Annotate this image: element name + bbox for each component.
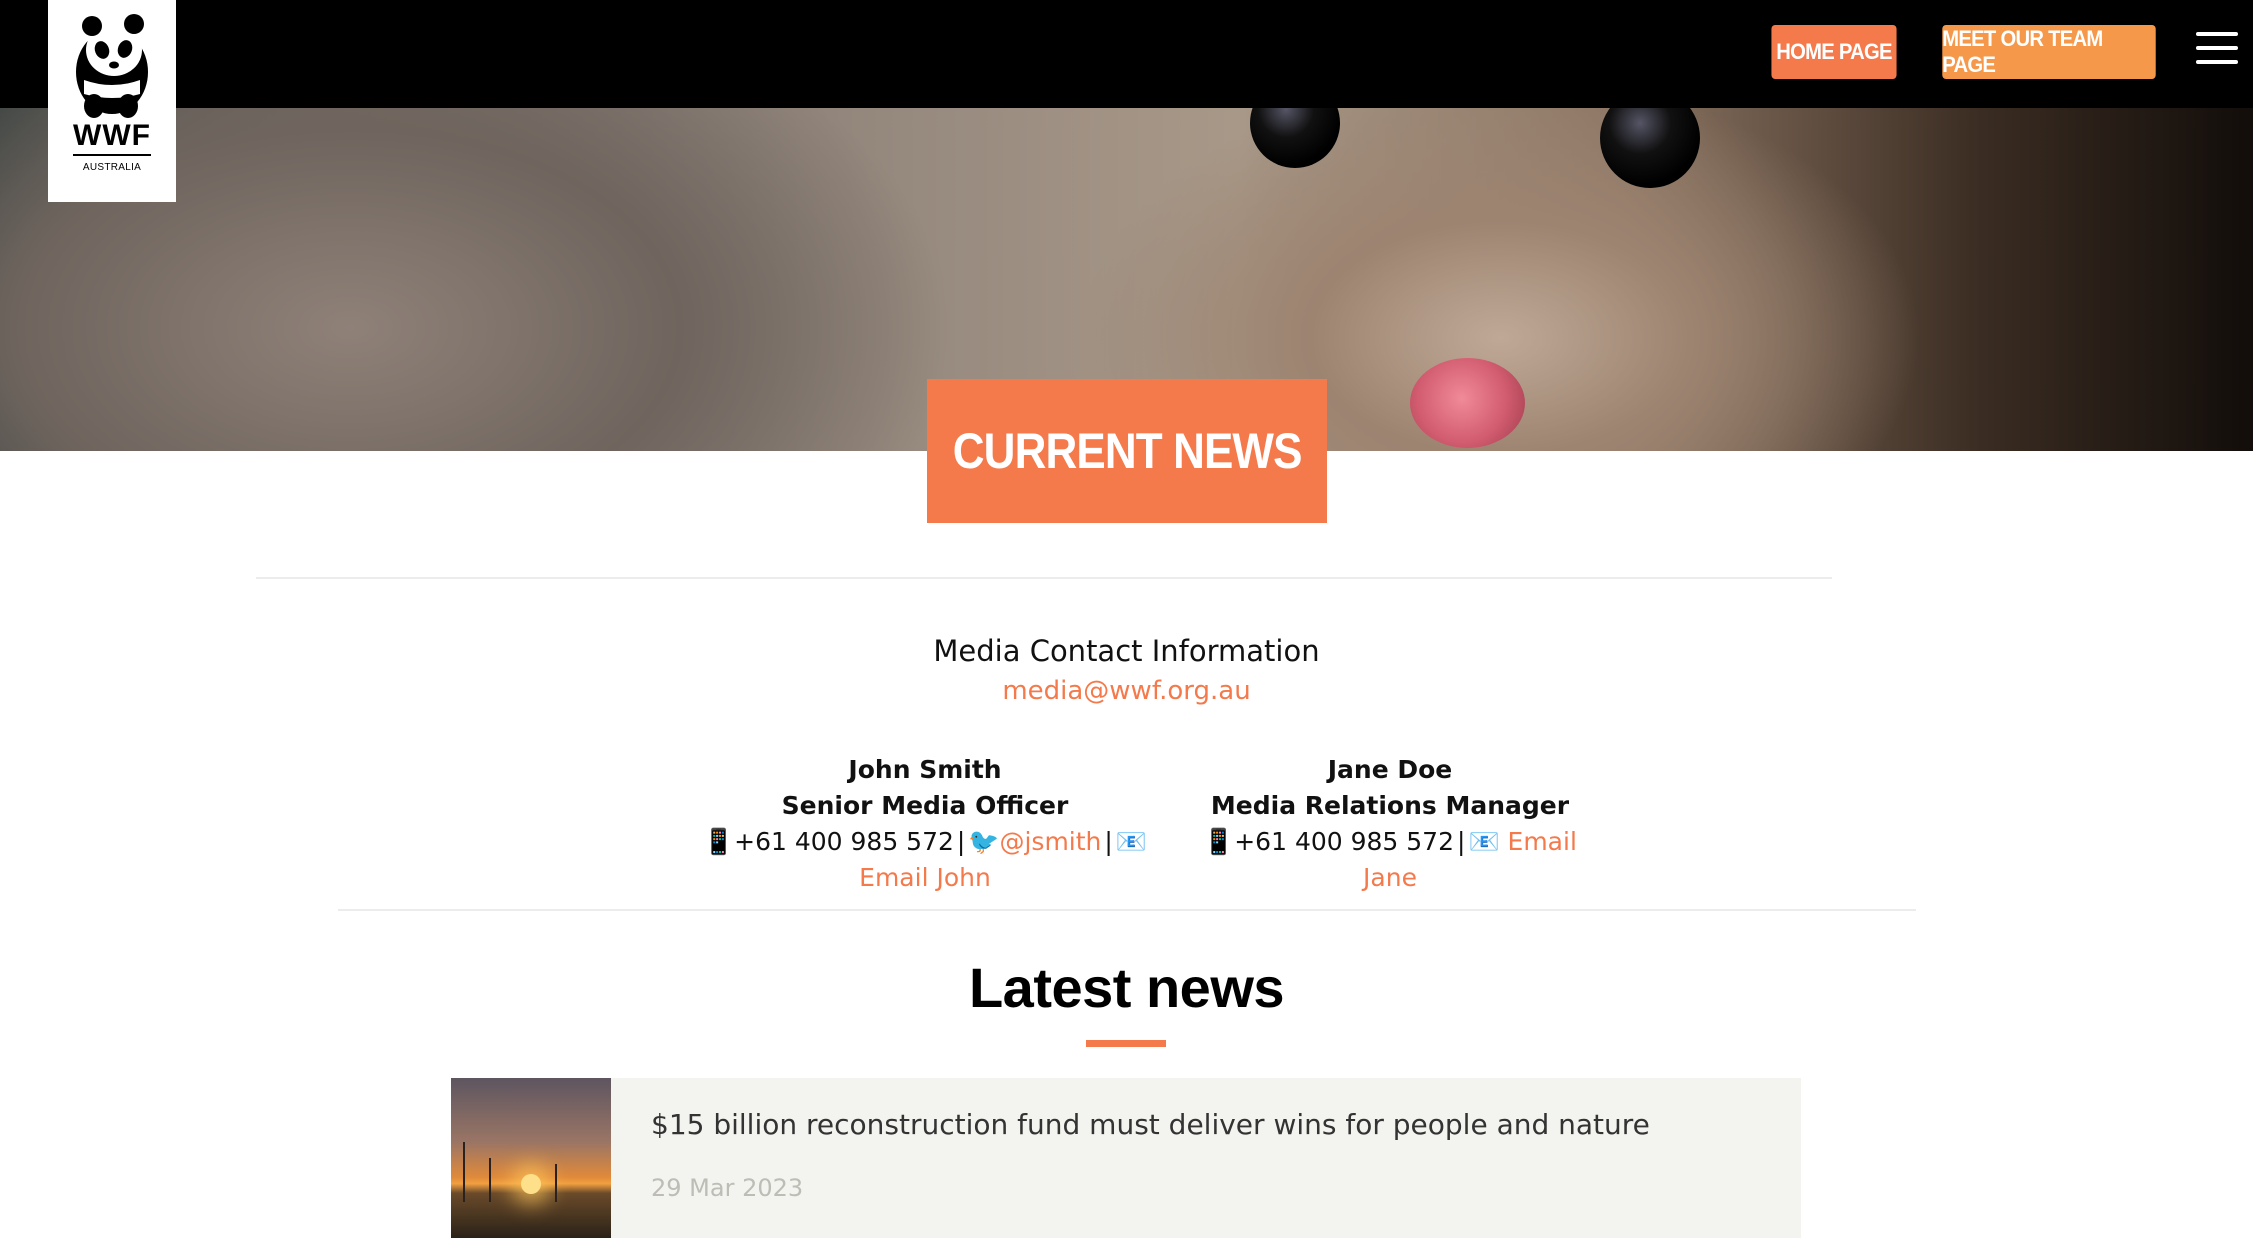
current-news-banner: CURRENT NEWS: [927, 379, 1327, 523]
latest-news-heading: Latest news: [968, 956, 1285, 1019]
meet-our-team-button[interactable]: MEET OUR TEAM PAGE: [1942, 25, 2156, 79]
heading-underline: [1086, 1040, 1166, 1047]
news-date: 29 Mar 2023: [651, 1174, 804, 1202]
divider: [256, 577, 1832, 579]
news-thumbnail[interactable]: [451, 1078, 611, 1238]
logo-wordmark: WWF: [73, 120, 151, 156]
contact-name: John Smith: [848, 755, 1002, 784]
contact-role: Senior Media Officer: [781, 791, 1069, 820]
contact-details: 📱+61 400 985 572 | 📧 Email Jane: [1200, 824, 1580, 896]
glider-nose: [1410, 358, 1525, 448]
email-john-link[interactable]: Email John: [859, 863, 991, 892]
glider-eye-right: [1600, 108, 1700, 188]
top-navigation-bar: HOME PAGE MEET OUR TEAM PAGE: [0, 0, 2253, 108]
divider: [338, 909, 1916, 911]
contact-name: Jane Doe: [1327, 755, 1453, 784]
twitter-bird-icon: 🐦: [968, 827, 1000, 856]
phone-icon: 📱: [1203, 827, 1235, 856]
contact-role: Media Relations Manager: [1210, 791, 1570, 820]
wind-turbine: [489, 1158, 491, 1202]
contact-phone: +61 400 985 572: [1234, 827, 1454, 856]
contact-phone: +61 400 985 572: [734, 827, 954, 856]
hamburger-menu-icon[interactable]: [2196, 32, 2238, 68]
news-item[interactable]: $15 billion reconstruction fund must del…: [451, 1078, 1801, 1238]
news-title[interactable]: $15 billion reconstruction fund must del…: [651, 1108, 1650, 1141]
wwf-logo[interactable]: WWF AUSTRALIA: [48, 0, 176, 202]
home-page-button[interactable]: HOME PAGE: [1771, 25, 1897, 79]
panda-icon: [76, 14, 148, 118]
glider-eye-left: [1250, 108, 1340, 168]
phone-icon: 📱: [703, 827, 735, 856]
wind-turbine: [555, 1164, 557, 1202]
separator: |: [1457, 827, 1466, 856]
separator: |: [1104, 827, 1113, 856]
contact-john: John Smith Senior Media Officer 📱+61 400…: [670, 752, 1180, 896]
wind-turbine: [463, 1142, 465, 1202]
page-title: CURRENT NEWS: [952, 423, 1303, 479]
logo-country: AUSTRALIA: [82, 162, 142, 173]
contact-jane: Jane Doe Media Relations Manager 📱+61 40…: [1200, 752, 1580, 896]
media-email-link[interactable]: media@wwf.org.au: [0, 676, 2253, 706]
sunset-sun: [521, 1174, 541, 1194]
email-icon: 📧: [1115, 827, 1147, 856]
email-icon: 📧: [1468, 827, 1500, 856]
media-contact-heading: Media Contact Information: [933, 634, 1320, 668]
twitter-link[interactable]: @jsmith: [999, 827, 1101, 856]
separator: |: [956, 827, 966, 856]
contact-details: 📱+61 400 985 572 | 🐦@jsmith | 📧 Email John: [670, 824, 1180, 896]
